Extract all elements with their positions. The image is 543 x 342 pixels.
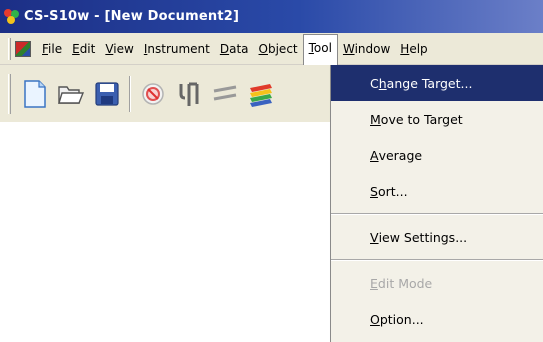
menu-separator [331, 209, 543, 219]
menu-help[interactable]: Help [395, 38, 432, 60]
menu-view[interactable]: View [100, 38, 138, 60]
target-button[interactable] [135, 76, 171, 112]
menu-item-option[interactable]: Option... [331, 301, 543, 337]
title-bar: CS-S10w - [New Document2] [0, 0, 543, 33]
app-logo-icon[interactable] [4, 8, 20, 25]
menubar-grip[interactable] [8, 37, 11, 60]
toolbar-grip[interactable] [8, 73, 11, 114]
menu-item-view-settings[interactable]: View Settings... [331, 219, 543, 255]
save-disk-icon [95, 81, 119, 106]
new-document-icon [24, 79, 46, 108]
tool-menu-dropdown: Ch ange Target... Move to Target Average … [330, 65, 543, 342]
menu-instrument[interactable]: Instrument [139, 38, 215, 60]
open-button[interactable] [53, 76, 89, 112]
lines-button[interactable] [207, 76, 243, 112]
open-folder-icon [58, 85, 85, 104]
window-title: CS-S10w - [New Document2] [24, 9, 240, 24]
menu-item-sort[interactable]: Sort... [331, 173, 543, 209]
document-window-icon[interactable] [15, 40, 31, 57]
tuning-fork-icon [179, 82, 199, 106]
new-document-button[interactable] [17, 76, 53, 112]
toolbar [0, 65, 330, 122]
lines-icon [213, 85, 237, 100]
menu-item-change-target[interactable]: Ch ange Target... [331, 65, 543, 101]
layers-button[interactable] [243, 76, 279, 112]
menu-tool[interactable]: Tool [302, 33, 338, 65]
target-icon [142, 82, 164, 105]
menu-edit[interactable]: Edit [67, 38, 100, 60]
toolbar-separator [129, 75, 131, 112]
save-button[interactable] [89, 76, 125, 112]
menu-separator [331, 255, 543, 265]
menu-item-edit-mode: Edit Mode [370, 275, 433, 291]
menu-item-move-to-target[interactable]: Move to Target [331, 101, 543, 137]
menu-item-average[interactable]: Average [331, 137, 543, 173]
menu-data[interactable]: Data [215, 38, 254, 60]
menu-object[interactable]: Object [254, 38, 303, 60]
menu-file[interactable]: File [37, 38, 67, 60]
document-area[interactable] [0, 122, 330, 342]
tool-button[interactable] [171, 76, 207, 112]
menu-bar: File Edit View Instrument Data Object To… [0, 33, 543, 65]
color-layers-icon [250, 83, 272, 107]
menu-window[interactable]: Window [338, 38, 395, 60]
